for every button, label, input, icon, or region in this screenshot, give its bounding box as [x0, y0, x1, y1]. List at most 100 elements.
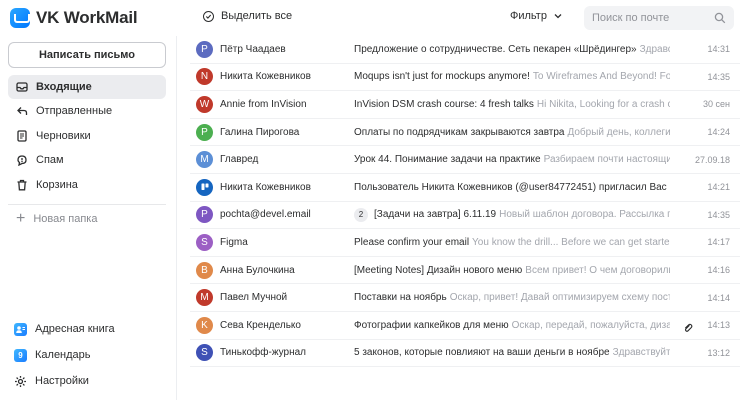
message-preview: Поставки на ноябрь Оскар, привет! Давай о…: [354, 292, 670, 303]
message-preview: InVision DSM crash course: 4 fresh talks…: [354, 99, 670, 110]
message-subject: InVision DSM crash course: 4 fresh talks: [354, 98, 534, 110]
message-sender: pochta@devel.email: [220, 209, 311, 221]
sidebar-divider: [8, 204, 166, 205]
message-date: 14:21: [707, 182, 730, 193]
message-sender: Никита Кожевников: [220, 181, 311, 193]
message-snippet: To Wireframes And Beyond! For cross-f...: [532, 71, 670, 83]
sender-avatar: B: [196, 261, 213, 279]
folder-label: Входящие: [36, 81, 92, 93]
message-row[interactable]: P Галина Пирогова Оплаты по подрядчикам за…: [190, 119, 740, 147]
message-preview: Предложение о сотрудничестве. Сеть пекар…: [354, 44, 670, 55]
message-row[interactable]: M Главред Урок 44. Понимание задачи на пра…: [190, 146, 740, 174]
message-subject: Пользователь Никита Кожевников (@user847…: [354, 181, 670, 193]
chevron-down-icon: [554, 14, 562, 19]
message-subject: Поставки на ноябрь: [354, 292, 447, 304]
message-preview: Moqups isn't just for mockups anymore! To…: [354, 71, 670, 82]
search-icon[interactable]: [714, 12, 726, 24]
select-all-button[interactable]: Выделить все: [203, 10, 292, 22]
filter-label: Фильтр: [510, 10, 547, 22]
folder-list: Входящие Отправленные Черновики Спам Кор…: [8, 75, 166, 197]
message-row[interactable]: S Тинькофф-журнал 5 законов, которые повли…: [190, 340, 740, 368]
folder-label: Спам: [36, 154, 64, 167]
bottom-links: Адресная книга 9 Календарь Настройки: [14, 316, 166, 394]
calendar-icon: 9: [14, 348, 27, 362]
message-snippet: Оскар, передай, пожалуйста, дизайнер...: [511, 319, 670, 331]
workmail-logo-icon: [10, 8, 30, 28]
app-logo[interactable]: VK WorkMail: [10, 6, 138, 30]
message-date: 14:14: [707, 292, 730, 303]
folder-inbox[interactable]: Входящие: [8, 75, 166, 99]
trash-icon: [16, 179, 28, 191]
message-sender: Никита Кожевников: [220, 71, 311, 83]
message-snippet: Разбираем почти настоящий зака...: [543, 154, 670, 166]
new-folder-button[interactable]: + Новая папка: [16, 210, 97, 227]
sender-avatar: P: [196, 206, 213, 224]
sender-avatar: M: [196, 289, 213, 307]
message-preview: Please confirm your email You know the dr…: [354, 237, 670, 248]
trello-avatar-icon: [196, 178, 213, 196]
folder-drafts[interactable]: Черновики: [8, 124, 166, 148]
message-snippet: Hi Nikita, Looking for a crash course on…: [536, 98, 670, 110]
sender-avatar: K: [196, 316, 213, 334]
folder-label: Отправленные: [36, 105, 113, 118]
message-preview: Оплаты по подрядчикам закрываются завтра…: [354, 127, 670, 138]
filter-dropdown[interactable]: Фильтр: [510, 10, 562, 22]
message-date: 14:13: [707, 320, 730, 331]
message-date: 14:31: [707, 44, 730, 55]
compose-button[interactable]: Написать письмо: [8, 42, 166, 68]
message-row[interactable]: Никита Кожевников Пользователь Никита Кож…: [190, 174, 740, 202]
message-subject: [Задачи на завтра] 6.11.19: [374, 209, 497, 221]
message-preview: 5 законов, которые повлияют на ваши день…: [354, 347, 670, 358]
message-date: 27.09.18: [694, 154, 730, 165]
message-date: 14:16: [707, 265, 730, 276]
message-sender: Annie from InVision: [220, 98, 307, 110]
message-row[interactable]: S Figma Please confirm your email You know …: [190, 229, 740, 257]
contacts-link[interactable]: Адресная книга: [14, 316, 166, 342]
sender-avatar: S: [196, 344, 213, 362]
plus-icon: +: [16, 210, 26, 227]
message-row[interactable]: W Annie from InVision InVision DSM crash c…: [190, 91, 740, 119]
message-date: 13:12: [707, 347, 730, 358]
message-subject: Moqups isn't just for mockups anymore!: [354, 71, 530, 83]
calendar-link[interactable]: 9 Календарь: [14, 342, 166, 368]
message-snippet: Оскар, привет! Давай оптимизируем схему …: [449, 292, 670, 304]
thread-count-badge: 2: [354, 207, 368, 222]
message-preview: 2 [Задачи на завтра] 6.11.19 Новый шаблон …: [354, 207, 670, 222]
folder-label: Черновики: [36, 129, 91, 142]
contacts-label: Адресная книга: [35, 323, 115, 335]
settings-link[interactable]: Настройки: [14, 368, 166, 394]
message-snippet: Добрый день, коллеги! Нео...: [567, 126, 670, 138]
message-row[interactable]: M Павел Мучной Поставки на ноябрь Оскар, пр…: [190, 284, 740, 312]
message-sender: Анна Булочкина: [220, 264, 295, 276]
message-snippet: Здравствуйте!: [639, 43, 670, 55]
message-sender: Тинькофф-журнал: [220, 347, 306, 359]
message-preview: Пользователь Никита Кожевников (@user847…: [354, 182, 670, 193]
app-title: VK WorkMail: [36, 8, 138, 27]
sender-avatar: M: [196, 151, 213, 169]
message-sender: Пётр Чаадаев: [220, 43, 286, 55]
select-all-label: Выделить все: [221, 10, 293, 22]
contacts-icon: [14, 322, 27, 336]
message-subject: Оплаты по подрядчикам закрываются завтра: [354, 126, 565, 138]
message-preview: Фотографии капкейков для меню Оскар, пере…: [354, 320, 670, 331]
search-box[interactable]: [584, 6, 734, 30]
message-sender: Павел Мучной: [220, 292, 288, 304]
sidebar-separator: [176, 36, 177, 400]
message-row[interactable]: B Анна Булочкина [Meeting Notes] Дизайн но…: [190, 257, 740, 285]
sent-icon: [16, 105, 28, 117]
folder-spam[interactable]: Спам: [8, 148, 166, 172]
search-input[interactable]: [592, 12, 714, 24]
sender-avatar: P: [196, 40, 213, 58]
sender-avatar: P: [196, 123, 213, 141]
folder-trash[interactable]: Корзина: [8, 173, 166, 197]
folder-sent[interactable]: Отправленные: [8, 99, 166, 123]
message-date: 14:24: [707, 127, 730, 138]
message-snippet: You know the drill... Before we can get …: [472, 236, 670, 248]
message-row[interactable]: N Никита Кожевников Moqups isn't just for …: [190, 64, 740, 92]
message-subject: Предложение о сотрудничестве. Сеть пекар…: [354, 43, 637, 55]
message-row[interactable]: P Пётр Чаадаев Предложение о сотрудничеств…: [190, 36, 740, 64]
attachment-icon: [683, 320, 693, 333]
message-row[interactable]: Ppochta@devel.email 2 [Задачи на завтра] 6…: [190, 202, 740, 230]
message-row[interactable]: K Сева Кренделько Фотографии капкейков для…: [190, 312, 740, 340]
calendar-label: Календарь: [35, 349, 91, 361]
